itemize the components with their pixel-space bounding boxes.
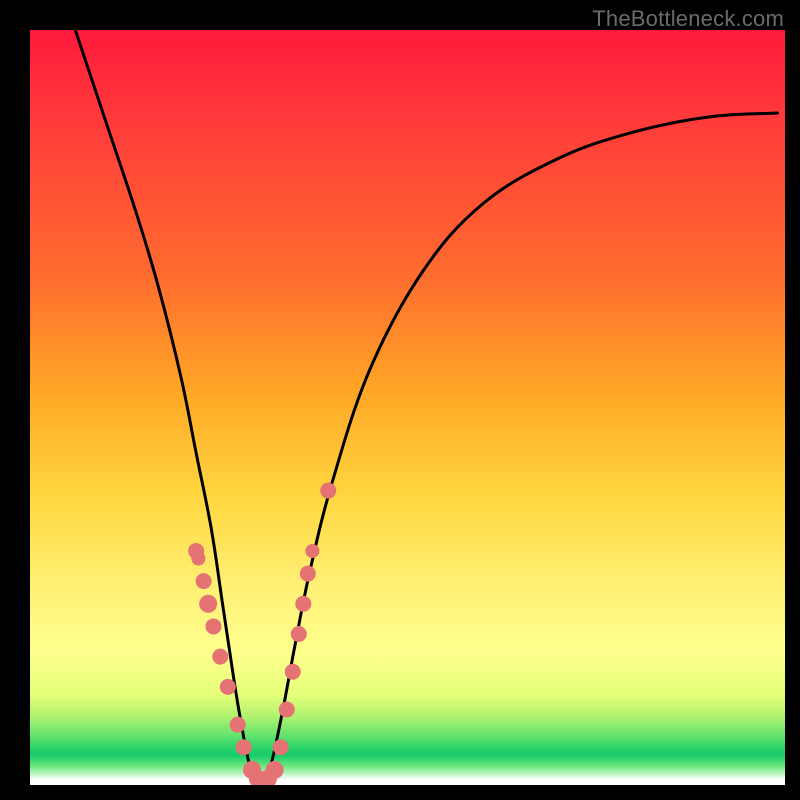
data-marker [285, 664, 301, 680]
data-marker [220, 679, 236, 695]
data-marker [300, 566, 316, 582]
data-marker [191, 552, 205, 566]
data-marker [196, 573, 212, 589]
data-marker [273, 739, 289, 755]
curve-layer [30, 30, 785, 785]
data-marker [212, 649, 228, 665]
plot-area [30, 30, 785, 785]
data-marker [266, 761, 284, 779]
data-marker [230, 717, 246, 733]
data-marker [199, 595, 217, 613]
data-marker [291, 626, 307, 642]
watermark-text: TheBottleneck.com [592, 6, 784, 32]
data-marker [305, 544, 319, 558]
chart-stage: TheBottleneck.com [0, 0, 800, 800]
data-marker [205, 618, 221, 634]
data-marker [295, 596, 311, 612]
data-marker [320, 483, 336, 499]
bottleneck-curve [75, 30, 777, 784]
data-marker [279, 702, 295, 718]
data-marker [236, 739, 252, 755]
